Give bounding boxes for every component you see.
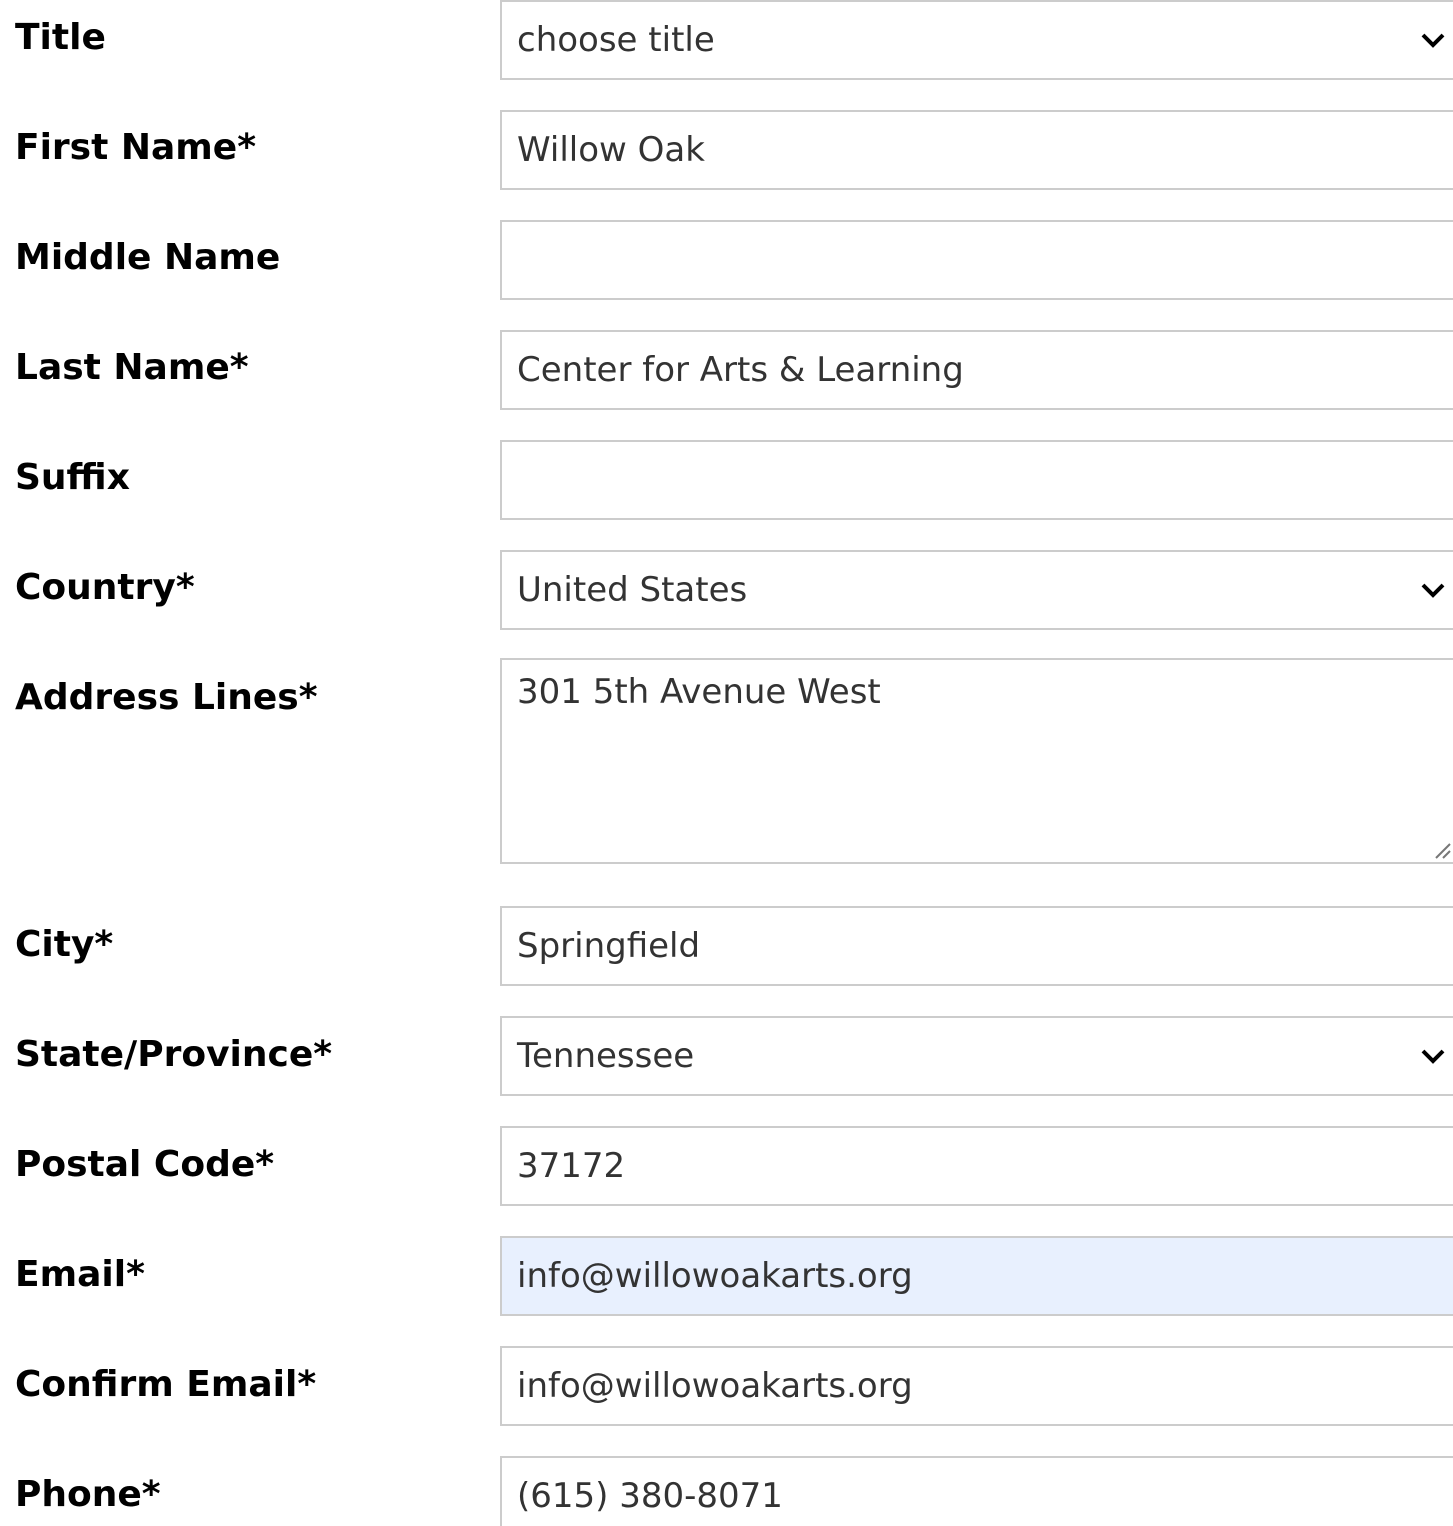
state-province-label: State/Province* <box>15 1034 333 1075</box>
confirm-email-input[interactable] <box>500 1346 1453 1426</box>
email-label: Email* <box>15 1254 145 1295</box>
first-name-label: First Name* <box>15 127 257 168</box>
first-name-input[interactable] <box>500 110 1453 190</box>
country-select[interactable]: United States <box>500 550 1453 630</box>
address-lines-textarea[interactable]: 301 5th Avenue West <box>500 658 1453 864</box>
last-name-label: Last Name* <box>15 347 249 388</box>
chevron-down-icon <box>1421 33 1445 48</box>
city-input[interactable] <box>500 906 1453 986</box>
email-input[interactable] <box>500 1236 1453 1316</box>
city-label: City* <box>15 924 114 965</box>
address-lines-label: Address Lines* <box>15 677 318 718</box>
middle-name-label: Middle Name <box>15 237 281 278</box>
suffix-input[interactable] <box>500 440 1453 520</box>
suffix-label: Suffix <box>15 457 130 498</box>
postal-code-input[interactable] <box>500 1126 1453 1206</box>
confirm-email-label: Confirm Email* <box>15 1364 317 1405</box>
contact-form: Title choose title First Name* Middle Na… <box>0 0 1453 1526</box>
chevron-down-icon <box>1421 583 1445 598</box>
middle-name-input[interactable] <box>500 220 1453 300</box>
last-name-input[interactable] <box>500 330 1453 410</box>
title-select[interactable]: choose title <box>500 0 1453 80</box>
phone-label: Phone* <box>15 1474 161 1515</box>
chevron-down-icon <box>1421 1049 1445 1064</box>
phone-input[interactable] <box>500 1456 1453 1526</box>
country-select-value: United States <box>517 570 748 610</box>
state-province-select-value: Tennessee <box>517 1036 695 1076</box>
state-province-select[interactable]: Tennessee <box>500 1016 1453 1096</box>
title-label: Title <box>15 17 106 58</box>
country-label: Country* <box>15 567 195 608</box>
resize-grip-icon[interactable] <box>1432 840 1452 860</box>
postal-code-label: Postal Code* <box>15 1144 275 1185</box>
title-select-value: choose title <box>517 20 715 60</box>
